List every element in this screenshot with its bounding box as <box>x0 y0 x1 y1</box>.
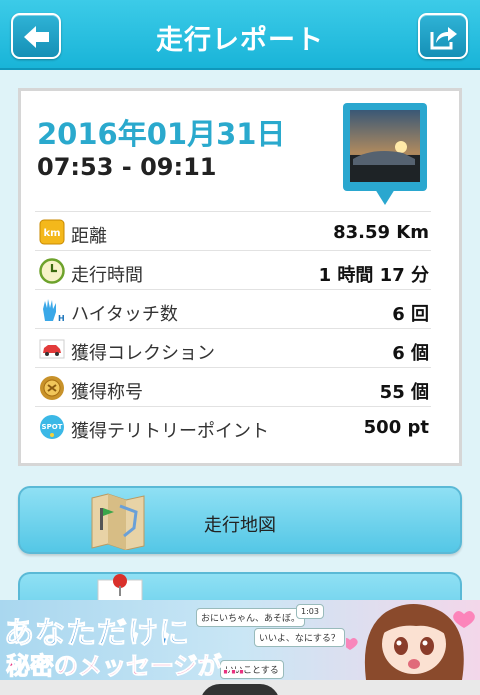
anime-girl-image <box>346 604 475 680</box>
spot-icon: SPOT <box>40 415 64 439</box>
svg-text:SPOT: SPOT <box>42 423 63 431</box>
ad-banner[interactable]: おにいちゃん、あそぼ。 1:03 いいよ、なにする？ いいことする あなただけに… <box>0 600 480 680</box>
page-title: 走行レポート <box>156 25 324 56</box>
home-handle[interactable] <box>200 684 280 695</box>
stat-row-duration: 走行時間 1 時間 17 分 <box>35 250 431 289</box>
stat-value: 500 pt <box>363 417 429 438</box>
share-icon <box>430 27 457 50</box>
drive-map-label: 走行地図 <box>204 515 276 536</box>
chat-badge: 1:03 <box>296 604 324 619</box>
share-button[interactable] <box>418 13 468 59</box>
stat-label: 獲得称号 <box>71 382 143 403</box>
photo-thumbnail[interactable] <box>343 103 427 211</box>
app-header: 走行レポート <box>0 0 480 70</box>
stat-row-collection: 獲得コレクション 6 個 <box>35 328 431 367</box>
medal-icon <box>40 376 64 400</box>
stat-row-territory-points: SPOT 獲得テリトリーポイント 500 pt <box>35 406 431 445</box>
ad-subline: 秘密のメッセージが… <box>6 652 247 681</box>
drive-map-button[interactable]: 走行地図 <box>18 486 462 554</box>
report-card: 2016年01月31日 07:53 - 09:11 km 距離 83.59 Km <box>18 88 462 466</box>
stat-value: 6 回 <box>392 304 429 325</box>
svg-text:km: km <box>43 228 60 239</box>
clock-icon <box>39 258 65 284</box>
km-icon: km <box>39 219 65 245</box>
stat-row-hi-five: Hi ハイタッチ数 6 回 <box>35 289 431 328</box>
stats-list: km 距離 83.59 Km 走行時間 1 時間 17 分 Hi ハイタッチ数 … <box>35 211 431 445</box>
stat-value: 6 個 <box>392 343 429 364</box>
hi-five-icon: Hi <box>43 299 65 323</box>
car-icon <box>39 339 65 359</box>
stat-label: ハイタッチ数 <box>71 304 178 325</box>
stat-value: 55 個 <box>379 382 429 403</box>
report-date: 2016年01月31日 <box>37 117 286 151</box>
chat-bubble: おにいちゃん、あそぼ。 <box>196 608 306 627</box>
stat-label: 獲得テリトリーポイント <box>71 421 269 442</box>
svg-text:Hi: Hi <box>58 314 65 323</box>
stat-label: 走行時間 <box>71 265 143 286</box>
stat-value: 83.59 Km <box>333 222 429 243</box>
report-time-range: 07:53 - 09:11 <box>37 153 217 181</box>
stat-label: 距離 <box>71 226 107 247</box>
bottom-bar <box>0 680 480 695</box>
stat-row-distance: km 距離 83.59 Km <box>35 211 431 250</box>
stat-value: 1 時間 17 分 <box>318 265 429 286</box>
stat-label: 獲得コレクション <box>71 343 215 364</box>
chat-bubble: いいよ、なにする？ <box>254 628 345 647</box>
stat-row-titles: 獲得称号 55 個 <box>35 367 431 406</box>
